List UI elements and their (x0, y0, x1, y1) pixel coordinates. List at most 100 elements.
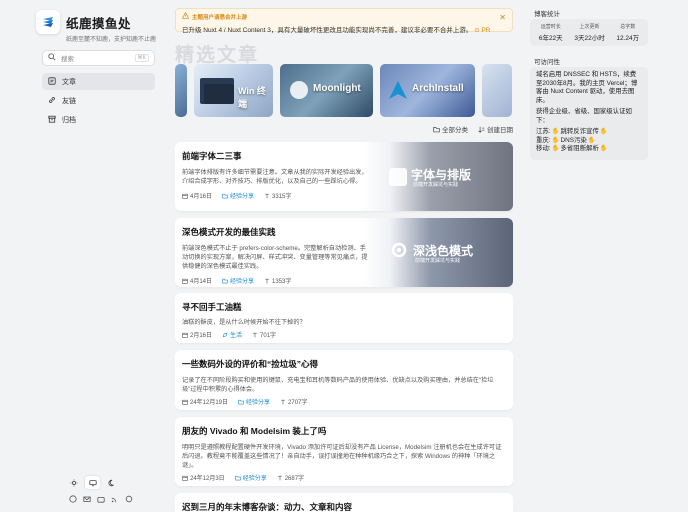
text-icon (265, 278, 269, 283)
post-date: 4月16日 (182, 191, 212, 200)
stat-last-update: 上次更新 3天22小时 (574, 23, 604, 42)
post-category[interactable]: 经验分享 (222, 276, 254, 285)
featured-card-label: Moonlight (313, 83, 361, 94)
category-filter[interactable]: 全部分类 (433, 124, 468, 134)
access-line: 江苏: ✋ 跳转反诈宣传 ✋ (536, 128, 642, 137)
calendar-icon (182, 475, 188, 481)
access-line-value: DNS污染 (560, 136, 587, 144)
post-card[interactable]: 深浅色模式 前端开发踩坑与实践 深色模式开发的最佳实践 前端深色模式不止于 pr… (175, 218, 513, 287)
post-title[interactable]: 寻不回手工油糕 (182, 301, 506, 313)
post-title[interactable]: 迟到三月的年末博客杂谈：动力、文章和内容 (182, 501, 506, 512)
post-words-text: 701字 (260, 333, 277, 339)
featured-card[interactable]: Win 终端 (194, 64, 273, 117)
folder-icon (433, 126, 440, 132)
sort-filter[interactable]: 创建日期 (478, 124, 513, 134)
calendar-icon (182, 278, 188, 284)
notice-pr-link[interactable]: ⊙ PR (474, 27, 490, 34)
post-date: 4月14日 (182, 276, 212, 285)
bilibili-icon[interactable] (96, 494, 105, 503)
site-title[interactable]: 纸鹿摸鱼处 (66, 13, 156, 32)
featured-card[interactable] (482, 64, 512, 117)
post-category[interactable]: 经验分享 (234, 473, 267, 482)
access-line-key: 移动: (536, 145, 551, 152)
featured-carousel: Win 终端 Moonlight ArchInstall (175, 64, 513, 117)
stat-label: 上次更新 (579, 24, 600, 30)
gear-icon (391, 242, 407, 258)
post-category-text: 经验分享 (246, 400, 271, 406)
text-icon (281, 399, 285, 404)
access-cert-intro: 获得企业级、省级、国家级认证如下： (536, 108, 632, 124)
system-mode-button[interactable] (85, 476, 100, 489)
post-words: 2687字 (277, 473, 304, 482)
rss-icon[interactable] (110, 494, 119, 503)
access-line: 重庆: ✋ DNS污染 ✋ (536, 137, 642, 146)
post-category-text: 经验分享 (230, 279, 255, 285)
post-meta: 4月14日 经验分享 1353字 (182, 276, 368, 285)
featured-card[interactable]: Moonlight (280, 64, 373, 117)
post-words-text: 1353字 (272, 279, 292, 285)
folder-icon (222, 278, 228, 283)
sidebar-nav: 文章 友链 归档 (42, 73, 155, 130)
access-line-value: 多省阻断解析 (560, 145, 599, 152)
sidebar-item-label: 友链 (62, 97, 76, 105)
post-excerpt: 前端字体排版有许多细节需要注意。文章从我的实际开发经验出发，介绍合成字形、对齐技… (182, 169, 368, 185)
featured-card[interactable]: ArchInstall (380, 64, 475, 117)
blog-stats: 运营时长 6年22天 上次更新 3天22小时 总字数 12.24万 (530, 19, 648, 46)
post-category[interactable]: 生活 (222, 330, 242, 339)
featured-heading: 精选文章 (175, 45, 260, 66)
post-excerpt: 明明只是遵照教程配置硬件开发环境，Vivado 添加许可证后却没有产品 Lice… (182, 444, 502, 469)
text-icon (265, 193, 269, 198)
category-filter-label: 全部分类 (442, 127, 468, 134)
post-title[interactable]: 前端字体二三事 (182, 150, 368, 162)
post-category-text: 经验分享 (230, 194, 255, 200)
pr-label: PR (481, 27, 491, 34)
sidebar-item-links[interactable]: 友链 (42, 92, 155, 109)
folder-icon (238, 399, 244, 404)
mail-icon[interactable] (82, 494, 91, 503)
stat-label: 总字数 (620, 24, 636, 30)
sidebar-item-articles[interactable]: 文章 (42, 73, 155, 90)
post-meta: 4月16日 经验分享 3315字 (182, 191, 368, 200)
post-date-text: 4月14日 (190, 279, 213, 285)
stat-value: 3天22小时 (574, 35, 605, 42)
post-title[interactable]: 深色模式开发的最佳实践 (182, 226, 368, 238)
post-card[interactable]: 寻不回手工油糕 油糕的酥皮，是从什么时候开始不往下掉的？ 2月16日 生活 70… (175, 293, 513, 343)
post-cover: 字体与排版 前端开发踩坑与实践 (363, 142, 513, 211)
sidebar-item-label: 归档 (62, 116, 76, 124)
music-icon[interactable] (124, 494, 133, 503)
site-logo[interactable] (36, 10, 60, 34)
sun-icon (69, 478, 78, 487)
folder-icon (222, 193, 228, 198)
search-input[interactable]: 搜索 ⌘K (42, 50, 155, 66)
light-mode-button[interactable] (66, 476, 81, 489)
post-words: 701字 (252, 330, 276, 339)
post-category[interactable]: 经验分享 (238, 397, 270, 406)
access-line: 移动: ✋ 多省阻断解析 ✋ (536, 145, 642, 154)
post-card[interactable]: 字体与排版 前端开发踩坑与实践 前端字体二三事 前端字体排版有许多细节需要注意。… (175, 142, 513, 211)
post-excerpt: 记录了在不同阶段购买和使用的键鼠、充电宝和耳机等数码产品的使用体验、优缺点以及购… (182, 377, 494, 393)
featured-card[interactable] (175, 64, 187, 117)
post-category[interactable]: 经验分享 (222, 191, 254, 200)
post-card[interactable]: 朋友的 Vivado 和 Modelsim 装上了吗 明明只是遵照教程配置硬件开… (175, 417, 513, 486)
dark-mode-button[interactable] (104, 476, 119, 489)
post-category-text: 生活 (230, 333, 243, 339)
access-line-value: 跳转反诈宣传 (560, 128, 599, 135)
post-words: 1353字 (264, 276, 291, 285)
folder-icon (234, 475, 241, 480)
close-icon[interactable]: ✕ (499, 13, 506, 22)
post-title[interactable]: 一些数码外设的评价和“捡垃圾”心得 (182, 358, 506, 370)
sidebar-item-archive[interactable]: 归档 (42, 111, 155, 128)
post-card[interactable]: 迟到三月的年末博客杂谈：动力、文章和内容 (175, 493, 513, 512)
stats-title: 博客统计 (534, 11, 560, 18)
search-icon (48, 53, 56, 63)
post-title[interactable]: 朋友的 Vivado 和 Modelsim 装上了吗 (182, 425, 506, 437)
post-date: 24年12月19日 (182, 397, 228, 406)
stat-uptime: 运营时长 6年22天 (539, 23, 563, 42)
post-card[interactable]: 一些数码外设的评价和“捡垃圾”心得 记录了在不同阶段购买和使用的键鼠、充电宝和耳… (175, 350, 513, 410)
stat-word-count: 总字数 12.24万 (616, 23, 639, 42)
text-icon (253, 332, 257, 337)
post-meta: 2月16日 生活 701字 (182, 330, 506, 339)
github-icon[interactable] (68, 494, 77, 503)
notice-body-text: 已升级 Nuxt 4 / Nuxt Content 3，具有大量破坏性更改且功能… (182, 27, 473, 34)
calendar-icon (182, 399, 188, 405)
